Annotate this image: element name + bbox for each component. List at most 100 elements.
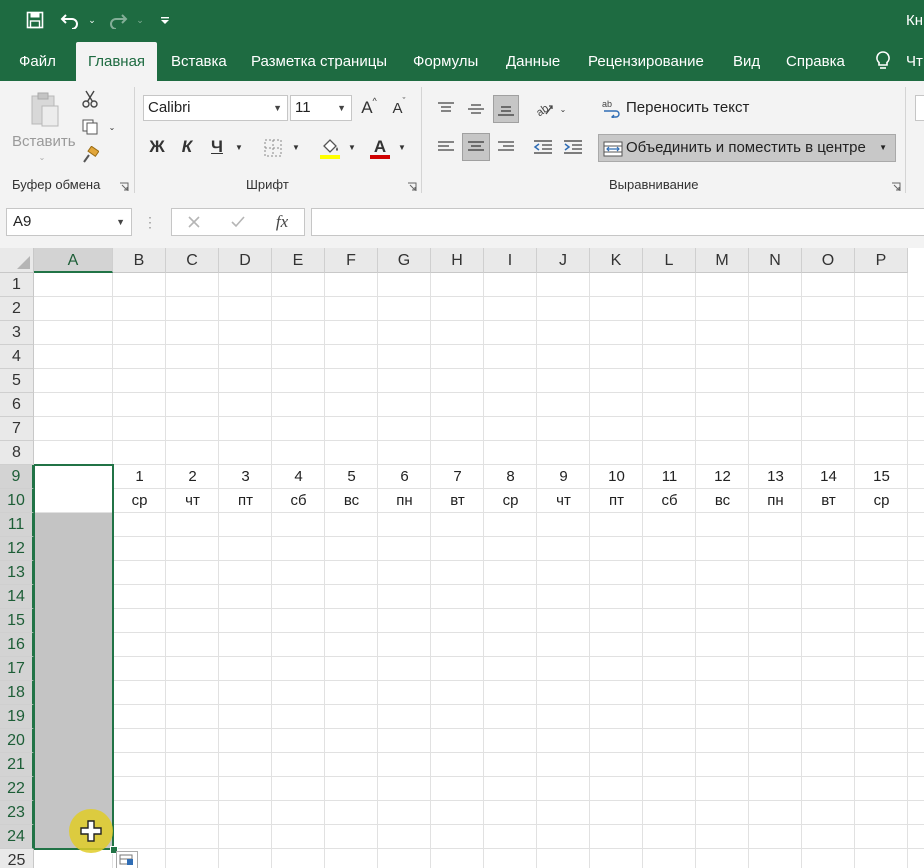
undo-dropdown-icon[interactable]: ⌄ (86, 8, 98, 32)
cell-o10[interactable]: вт (802, 489, 855, 513)
redo-dropdown-icon[interactable]: ⌄ (134, 8, 146, 32)
row-header-16[interactable]: 16 (0, 633, 34, 657)
column-header-h[interactable]: H (431, 248, 484, 273)
cell-o9[interactable]: 14 (802, 465, 855, 489)
row-header-7[interactable]: 7 (0, 417, 34, 441)
font-size-dropdown-icon[interactable]: ▼ (337, 96, 346, 120)
cell-k9[interactable]: 10 (590, 465, 643, 489)
row-header-17[interactable]: 17 (0, 657, 34, 681)
tab-file[interactable]: Файл (19, 42, 56, 81)
fill-color-dropdown-icon[interactable]: ▼ (346, 139, 358, 155)
cell-l9[interactable]: 11 (643, 465, 696, 489)
tab-page-layout[interactable]: Разметка страницы (251, 42, 387, 81)
insert-function-button[interactable]: fx (268, 210, 296, 234)
format-painter-icon[interactable] (80, 145, 100, 165)
lightbulb-icon[interactable] (874, 50, 892, 76)
cell-p10[interactable]: ср (855, 489, 908, 513)
cell-k10[interactable]: пт (590, 489, 643, 513)
font-name-combo[interactable]: Calibri ▼ (143, 95, 288, 121)
formula-input[interactable] (311, 208, 924, 236)
italic-button[interactable]: К (176, 135, 198, 159)
merge-center-button[interactable]: Объединить и поместить в центре ▼ (598, 134, 896, 162)
column-header-g[interactable]: G (378, 248, 431, 273)
cell-e10[interactable]: сб (272, 489, 325, 513)
cell-j9[interactable]: 9 (537, 465, 590, 489)
cancel-icon[interactable] (182, 211, 206, 233)
customize-qat-icon[interactable] (158, 8, 172, 32)
column-header-a[interactable]: A (34, 248, 113, 273)
cell-l10[interactable]: сб (643, 489, 696, 513)
align-left-icon[interactable] (434, 133, 458, 161)
tab-formulas[interactable]: Формулы (413, 42, 478, 81)
cell-m10[interactable]: вс (696, 489, 749, 513)
column-header-m[interactable]: M (696, 248, 749, 273)
tab-review[interactable]: Рецензирование (588, 42, 704, 81)
cell-c10[interactable]: чт (166, 489, 219, 513)
font-color-icon[interactable]: A (368, 135, 392, 161)
cell-e9[interactable]: 4 (272, 465, 325, 489)
save-icon[interactable] (24, 8, 46, 32)
decrease-indent-icon[interactable] (531, 133, 555, 161)
borders-dropdown-icon[interactable]: ▼ (290, 139, 302, 155)
copy-dropdown-icon[interactable]: ⌄ (106, 121, 118, 133)
row-header-14[interactable]: 14 (0, 585, 34, 609)
tab-help[interactable]: Справка (786, 42, 845, 81)
column-header-f[interactable]: F (325, 248, 378, 273)
bold-button[interactable]: Ж (146, 135, 168, 159)
cell-g9[interactable]: 6 (378, 465, 431, 489)
row-header-9[interactable]: 9 (0, 465, 34, 489)
cell-c9[interactable]: 2 (166, 465, 219, 489)
tab-data[interactable]: Данные (506, 42, 560, 81)
cell-h10[interactable]: вт (431, 489, 484, 513)
formula-bar-grip-icon[interactable]: ⋮ (143, 212, 157, 232)
row-header-21[interactable]: 21 (0, 753, 34, 777)
increase-font-size-icon[interactable]: A ^ (358, 96, 380, 119)
paste-icon[interactable] (26, 89, 62, 129)
cell-f10[interactable]: вс (325, 489, 378, 513)
row-header-11[interactable]: 11 (0, 513, 34, 537)
paste-dropdown-icon[interactable]: ⌄ (36, 151, 48, 163)
row-header-25[interactable]: 25 (0, 849, 34, 868)
row-header-2[interactable]: 2 (0, 297, 34, 321)
increase-indent-icon[interactable] (561, 133, 585, 161)
row-header-22[interactable]: 22 (0, 777, 34, 801)
cell-m9[interactable]: 12 (696, 465, 749, 489)
row-header-6[interactable]: 6 (0, 393, 34, 417)
underline-button[interactable]: Ч (206, 135, 228, 159)
row-header-24[interactable]: 24 (0, 825, 34, 849)
enter-icon[interactable] (226, 211, 250, 233)
column-header-j[interactable]: J (537, 248, 590, 273)
wrap-text-button[interactable]: Переносить текст (626, 99, 749, 116)
column-header-e[interactable]: E (272, 248, 325, 273)
cut-icon[interactable] (80, 89, 100, 109)
name-box-dropdown-icon[interactable]: ▼ (116, 209, 125, 235)
alignment-launcher-icon[interactable] (891, 179, 901, 191)
cell-d9[interactable]: 3 (219, 465, 272, 489)
row-header-5[interactable]: 5 (0, 369, 34, 393)
font-launcher-icon[interactable] (407, 179, 417, 191)
copy-icon[interactable] (80, 117, 100, 137)
select-all-corner[interactable] (0, 248, 34, 273)
row-header-1[interactable]: 1 (0, 273, 34, 297)
cell-g10[interactable]: пн (378, 489, 431, 513)
cell-d10[interactable]: пт (219, 489, 272, 513)
row-header-18[interactable]: 18 (0, 681, 34, 705)
column-header-n[interactable]: N (749, 248, 802, 273)
cell-n10[interactable]: пн (749, 489, 802, 513)
underline-dropdown-icon[interactable]: ▼ (233, 139, 245, 155)
undo-icon[interactable] (58, 8, 82, 32)
decrease-font-size-icon[interactable]: Aˇ (388, 96, 410, 119)
wrap-text-icon[interactable]: ab (602, 97, 622, 119)
row-header-8[interactable]: 8 (0, 441, 34, 465)
column-header-o[interactable]: O (802, 248, 855, 273)
row-header-13[interactable]: 13 (0, 561, 34, 585)
clipboard-launcher-icon[interactable] (119, 179, 129, 191)
tab-insert[interactable]: Вставка (171, 42, 227, 81)
column-header-k[interactable]: K (590, 248, 643, 273)
borders-icon[interactable] (262, 137, 284, 159)
font-size-combo[interactable]: 11 ▼ (290, 95, 352, 121)
row-header-3[interactable]: 3 (0, 321, 34, 345)
cell-h9[interactable]: 7 (431, 465, 484, 489)
tab-tell-me[interactable]: Чт (906, 42, 923, 81)
column-header-b[interactable]: B (113, 248, 166, 273)
